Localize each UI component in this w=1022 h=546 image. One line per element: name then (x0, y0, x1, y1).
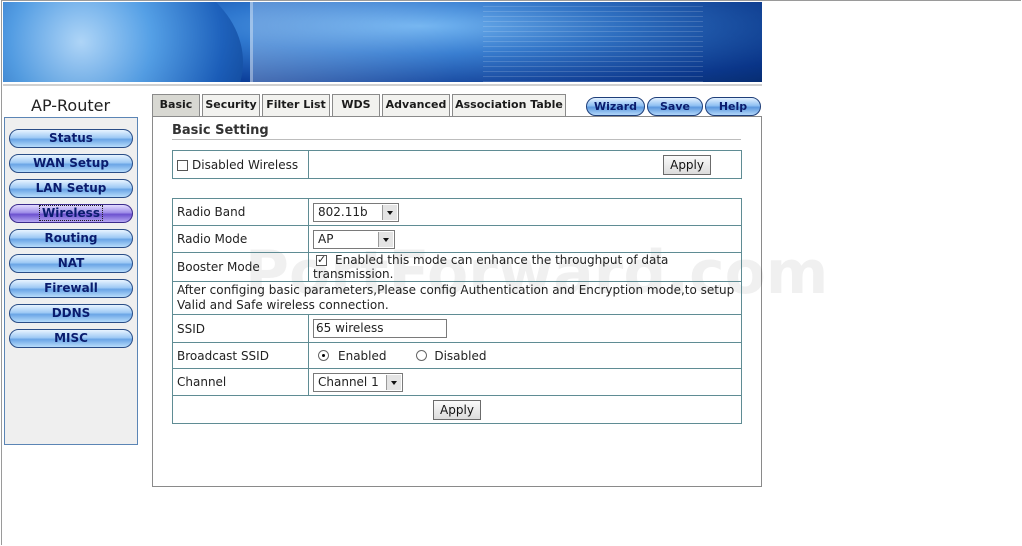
radio-band-cell: 802.11b (308, 198, 742, 226)
brand-title: AP-Router (31, 96, 111, 115)
broadcast-ssid-cell: Enabled Disabled (308, 342, 742, 369)
sidebar-item-label: Firewall (44, 281, 98, 295)
sidebar-item-label: Routing (44, 231, 98, 245)
title-divider (172, 139, 741, 140)
booster-mode-checkbox[interactable] (316, 253, 327, 266)
banner-separator (3, 84, 762, 86)
sidebar-item-label: NAT (57, 256, 85, 270)
broadcast-enabled-radio[interactable] (318, 349, 329, 361)
radio-mode-label: Radio Mode (172, 225, 309, 253)
channel-value: Channel 1 (318, 374, 379, 389)
header-banner (3, 2, 762, 82)
sidebar-item-lan-setup[interactable]: LAN Setup (9, 179, 133, 198)
sidebar-item-label: DDNS (51, 306, 91, 320)
sidebar-item-status[interactable]: Status (9, 129, 133, 148)
booster-mode-label: Booster Mode (172, 252, 309, 282)
broadcast-disabled-radio[interactable] (416, 349, 428, 361)
chevron-down-icon (382, 204, 397, 220)
save-button[interactable]: Save (647, 97, 703, 116)
radio-mode-cell: AP (308, 225, 742, 253)
radio-band-label: Radio Band (172, 198, 309, 226)
booster-mode-cell: Enabled this mode can enhance the throug… (308, 252, 742, 282)
apply-button-top[interactable]: Apply (663, 154, 711, 175)
sidebar-item-routing[interactable]: Routing (9, 229, 133, 248)
broadcast-disabled-label: Disabled (434, 348, 487, 363)
banner-grid-graphic (483, 2, 703, 82)
sidebar-item-misc[interactable]: MISC (9, 329, 133, 348)
sidebar-item-label: WAN Setup (33, 156, 109, 170)
disable-wireless-label: Disabled Wireless (192, 157, 299, 172)
sidebar: Status WAN Setup LAN Setup Wireless Rout… (4, 117, 138, 445)
ssid-label: SSID (172, 314, 309, 343)
sidebar-item-wan-setup[interactable]: WAN Setup (9, 154, 133, 173)
disable-wireless-checkbox[interactable] (177, 159, 188, 171)
banner-divider (250, 2, 253, 82)
chevron-down-icon (378, 231, 393, 247)
disable-wireless-table: Disabled Wireless Apply (172, 150, 742, 179)
section-title: Basic Setting (172, 123, 269, 138)
disable-wireless-cell: Disabled Wireless (172, 150, 309, 179)
radio-band-value: 802.11b (318, 204, 368, 219)
wireless-settings-table: Radio Band 802.11b Radio Mode AP Booster… (172, 198, 742, 424)
bottom-apply-cell: Apply (172, 395, 742, 424)
apply-button-bottom[interactable]: Apply (433, 399, 481, 420)
sidebar-item-nat[interactable]: NAT (9, 254, 133, 273)
sidebar-item-wireless[interactable]: Wireless (9, 204, 133, 223)
sidebar-item-firewall[interactable]: Firewall (9, 279, 133, 298)
radio-mode-value: AP (318, 231, 334, 246)
ssid-input[interactable]: 65 wireless (313, 319, 447, 338)
broadcast-enabled-label: Enabled (338, 348, 387, 363)
tab-advanced[interactable]: Advanced (382, 94, 450, 116)
help-button[interactable]: Help (705, 97, 761, 116)
apply-cell: Apply (308, 150, 742, 179)
tab-security[interactable]: Security (202, 94, 260, 116)
channel-select[interactable]: Channel 1 (313, 372, 403, 392)
sidebar-item-ddns[interactable]: DDNS (9, 304, 133, 323)
broadcast-ssid-label: Broadcast SSID (172, 342, 309, 369)
sidebar-item-label: LAN Setup (35, 181, 107, 195)
tab-association-table[interactable]: Association Table (452, 94, 566, 116)
config-note: After configing basic parameters,Please … (172, 281, 742, 315)
chevron-down-icon (386, 374, 401, 390)
sidebar-item-label: Status (49, 131, 93, 145)
sidebar-item-label: MISC (54, 331, 88, 345)
booster-mode-description: Enabled this mode can enhance the throug… (313, 253, 669, 281)
globe-graphic (3, 2, 243, 82)
ssid-cell: 65 wireless (308, 314, 742, 343)
sidebar-item-label: Wireless (39, 205, 103, 221)
tab-basic[interactable]: Basic (152, 94, 200, 116)
channel-label: Channel (172, 368, 309, 396)
wizard-button[interactable]: Wizard (586, 97, 645, 116)
radio-mode-select[interactable]: AP (313, 229, 395, 249)
tab-wds[interactable]: WDS (332, 94, 380, 116)
channel-cell: Channel 1 (308, 368, 742, 396)
radio-band-select[interactable]: 802.11b (313, 202, 399, 222)
tab-filter-list[interactable]: Filter List (262, 94, 330, 116)
